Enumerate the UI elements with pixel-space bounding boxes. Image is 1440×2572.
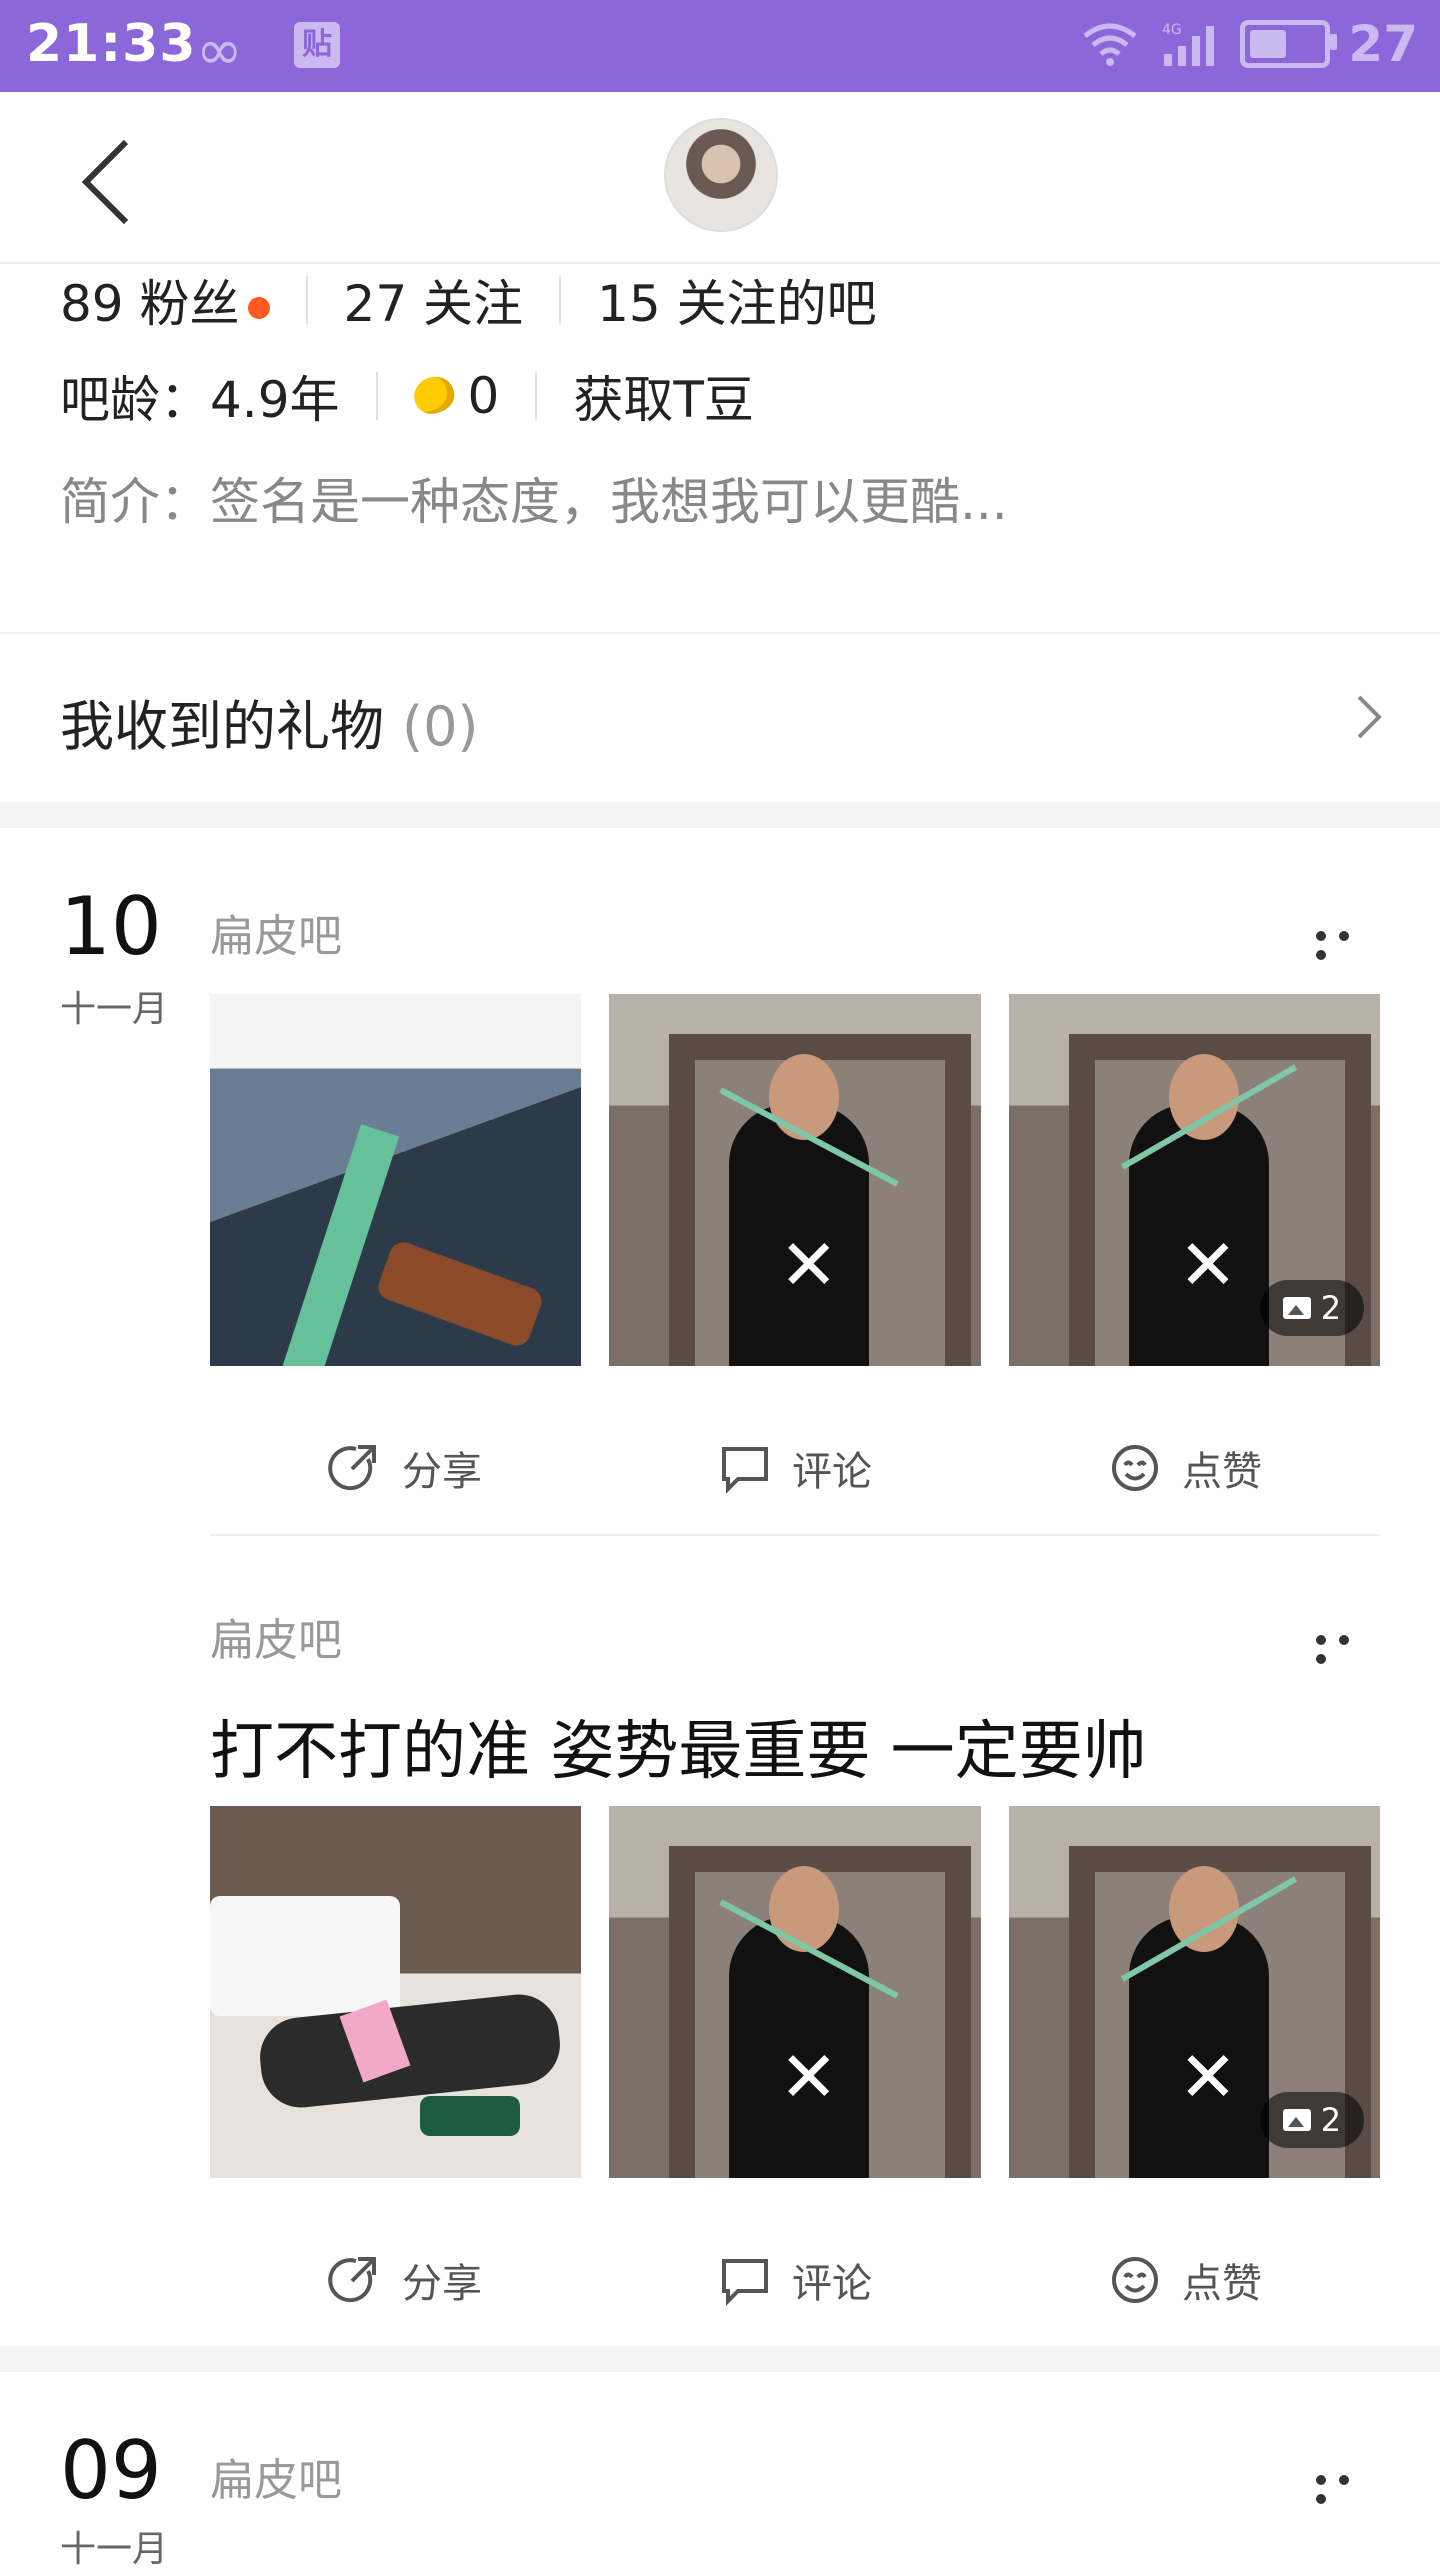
like-button[interactable]: 点赞 (990, 1428, 1380, 1508)
image-icon (1282, 2109, 1311, 2131)
fans-count[interactable]: 89 粉丝 (60, 264, 270, 336)
post-date-day: 09 (60, 2424, 162, 2517)
get-t-beans-link[interactable]: 获取T豆 (573, 360, 754, 432)
post-date-day: 10 (60, 880, 162, 973)
back-chevron-icon[interactable] (70, 132, 150, 232)
post-forum-name[interactable]: 扁皮吧 (210, 900, 342, 964)
post-image-grid: ✕ ✕ 2 (210, 994, 1380, 1366)
profile-intro: 简介：签名是一种态度，我想我可以更酷... (60, 473, 1008, 531)
received-gifts-row[interactable]: 我收到的礼物 (0) (0, 634, 1440, 802)
profile-header (0, 92, 1440, 264)
status-right: 4G 27 (1080, 14, 1418, 74)
status-time: 21:33 (26, 14, 197, 74)
bar-age: 吧龄：4.9年 (60, 371, 340, 429)
post-actions: 分享 评论 点赞 (210, 2240, 1380, 2320)
image-count-badge: 2 (1259, 1280, 1364, 1336)
gifts-count: (0) (402, 695, 479, 758)
post-image[interactable] (210, 1806, 582, 2178)
post-actions: 分享 评论 点赞 (210, 1428, 1380, 1508)
post-date-month: 十一月 (60, 989, 169, 1030)
avatar[interactable] (664, 118, 778, 232)
post-date-month: 十一月 (60, 2529, 169, 2570)
battery-percent: 27 (1348, 15, 1418, 73)
comment-button[interactable]: 评论 (600, 2240, 990, 2320)
infinity-icon: ∞ (196, 18, 243, 83)
post-image[interactable]: ✕ (609, 1806, 981, 2178)
share-button[interactable]: 分享 (210, 2240, 600, 2320)
share-icon (328, 1445, 376, 1491)
signal-icon: 4G (1162, 22, 1215, 66)
post-forum-name[interactable]: 扁皮吧 (210, 1604, 342, 1668)
more-options-icon[interactable] (1316, 1630, 1380, 1664)
divider (210, 1534, 1380, 1536)
chevron-right-icon (1357, 695, 1382, 739)
comment-button[interactable]: 评论 (600, 1428, 990, 1508)
comment-icon (722, 1447, 768, 1494)
share-icon (328, 2257, 376, 2303)
post-title[interactable]: 打不打的准 姿势最重要 一定要帅 (210, 1700, 1147, 1792)
tieba-notification-icon: 贴 (294, 22, 340, 68)
t-bean-icon (408, 371, 459, 419)
stats-row: 89 粉丝 27 关注 15 关注的吧 (60, 264, 877, 336)
post-image[interactable]: ✕ (609, 994, 981, 1366)
following-count[interactable]: 27 关注 (344, 264, 524, 336)
post-image[interactable] (210, 994, 582, 1366)
t-bean-balance: 0 (408, 367, 499, 425)
more-options-icon[interactable] (1316, 926, 1380, 960)
section-gap (0, 2346, 1440, 2372)
more-options-icon[interactable] (1316, 2470, 1380, 2504)
post-forum-name[interactable]: 扁皮吧 (210, 2444, 342, 2508)
status-bar: 21:33 ∞ 贴 4G 27 (0, 0, 1440, 92)
like-icon (1112, 2257, 1158, 2303)
share-button[interactable]: 分享 (210, 1428, 600, 1508)
comment-icon (722, 2259, 768, 2306)
post-image[interactable]: ✕ 2 (1008, 994, 1380, 1366)
svg-text:4G: 4G (1162, 22, 1182, 38)
gifts-label: 我收到的礼物 (0) (60, 695, 479, 758)
post-image[interactable]: ✕ 2 (1008, 1806, 1380, 2178)
image-count-badge: 2 (1259, 2092, 1364, 2148)
like-button[interactable]: 点赞 (990, 2240, 1380, 2320)
wifi-icon (1083, 23, 1137, 66)
new-fans-dot (247, 296, 270, 319)
post-image-grid: ✕ ✕ 2 (210, 1806, 1380, 2178)
battery-icon (1240, 20, 1338, 68)
like-icon (1112, 1445, 1158, 1491)
followed-forums-count[interactable]: 15 关注的吧 (597, 264, 877, 336)
image-icon (1282, 1297, 1311, 1319)
section-gap (0, 802, 1440, 828)
profile-meta-row: 吧龄：4.9年 0 获取T豆 (60, 360, 754, 432)
